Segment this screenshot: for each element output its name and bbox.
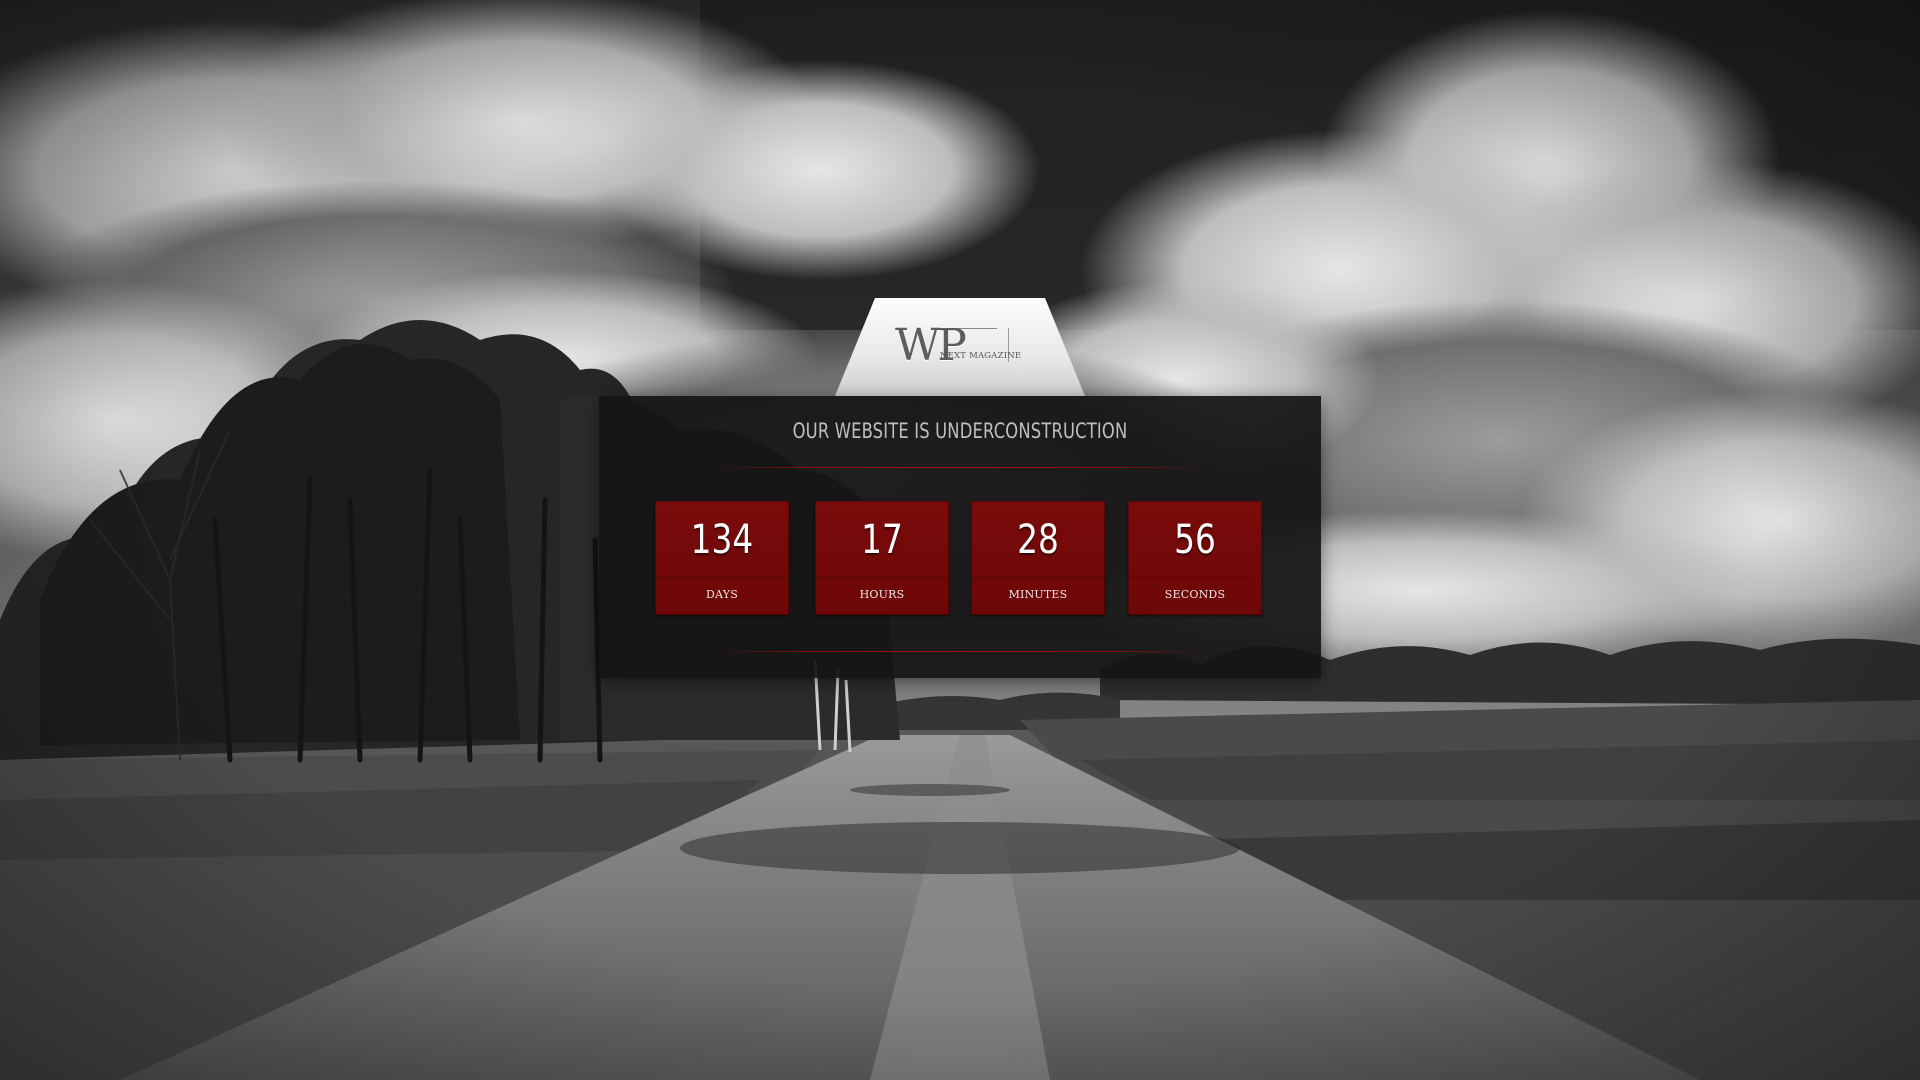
logo-letters: WP (895, 320, 967, 371)
page-title: OUR WEBSITE IS UNDERCONSTRUCTION (792, 419, 1128, 443)
countdown-minutes-label: MINUTES (1008, 588, 1068, 601)
divider-top (710, 467, 1210, 468)
countdown-panel: OUR WEBSITE IS UNDERCONSTRUCTION 134 DAY… (599, 396, 1321, 678)
page: WP NEXT MAGAZINE OUR WEBSITE IS UNDERCON… (0, 0, 1920, 1080)
countdown-hours-value: 17 (861, 517, 903, 563)
countdown-seconds: 56 SECONDS (1128, 501, 1262, 615)
countdown-seconds-label: SECONDS (1164, 588, 1226, 601)
countdown-divider (815, 577, 949, 578)
countdown-divider (1128, 577, 1262, 578)
countdown-hours-label: HOURS (859, 588, 905, 601)
countdown-minutes: 28 MINUTES (971, 501, 1105, 615)
site-logo[interactable]: WP NEXT MAGAZINE (895, 320, 1035, 376)
countdown-seconds-value: 56 (1174, 517, 1216, 563)
divider-bottom (710, 651, 1210, 652)
countdown-divider (971, 577, 1105, 578)
countdown-hours: 17 HOURS (815, 501, 949, 615)
countdown-minutes-value: 28 (1017, 517, 1059, 563)
logo-tab: WP NEXT MAGAZINE (835, 298, 1085, 396)
countdown-divider (655, 577, 789, 578)
logo-subtitle: NEXT MAGAZINE (940, 351, 1022, 361)
countdown-days-label: DAYS (706, 588, 738, 601)
countdown-days: 134 DAYS (655, 501, 789, 615)
countdown-days-value: 134 (690, 517, 754, 563)
